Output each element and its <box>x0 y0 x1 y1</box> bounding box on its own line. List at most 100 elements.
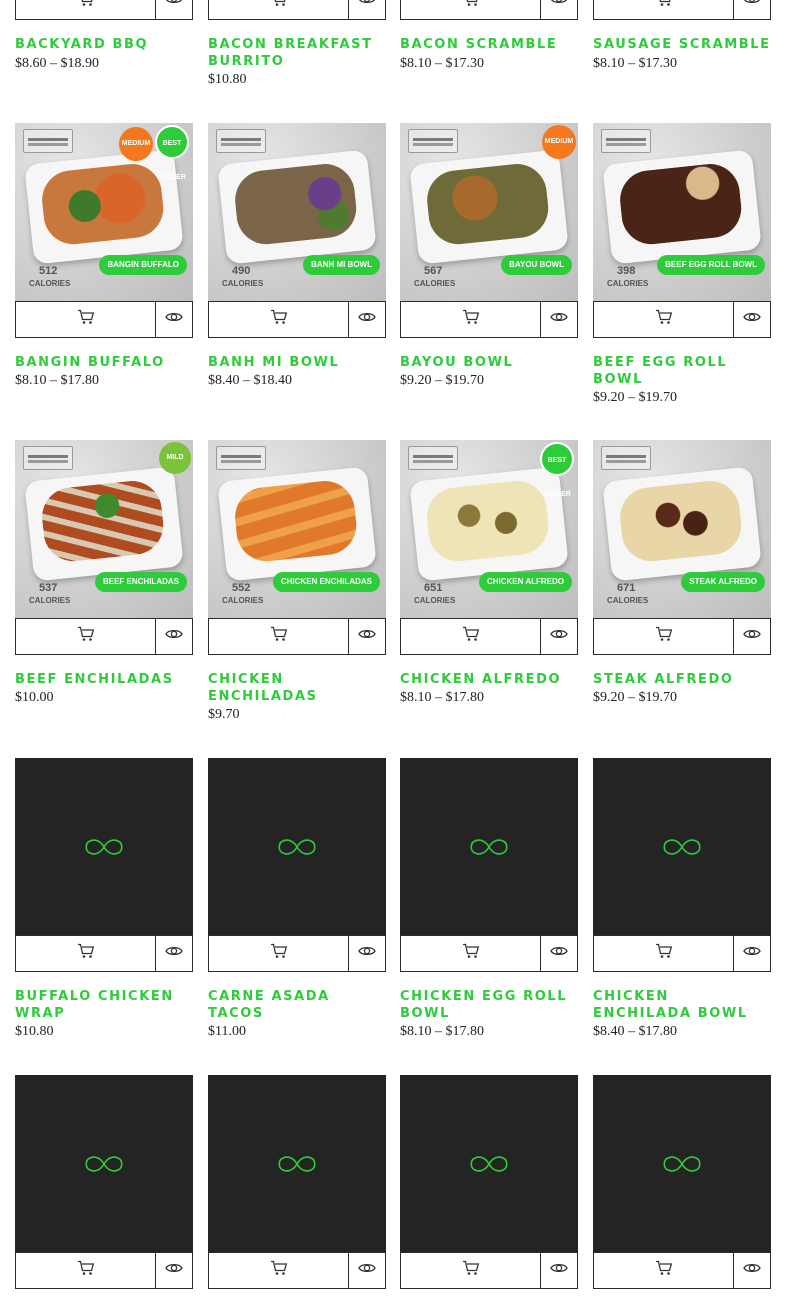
add-to-cart-button[interactable] <box>401 936 541 971</box>
product-title[interactable]: STEAK ALFREDO <box>593 671 771 688</box>
product-title[interactable]: BACKYARD BBQ <box>15 36 193 53</box>
quick-view-button[interactable] <box>541 1253 577 1288</box>
product-title[interactable]: CHICKEN ENCHILADA BOWL <box>593 988 771 1022</box>
product-image[interactable]: MEDIUM BAYOU BOWL 567 CALORIES <box>400 123 578 301</box>
add-to-cart-button[interactable] <box>594 619 734 654</box>
add-to-cart-button[interactable] <box>401 619 541 654</box>
add-to-cart-button[interactable] <box>401 0 541 19</box>
add-to-cart-button[interactable] <box>594 0 734 19</box>
product-title[interactable]: BEEF ENCHILADAS <box>15 671 193 688</box>
product-image-placeholder[interactable] <box>400 1075 578 1253</box>
add-to-cart-button[interactable] <box>209 619 349 654</box>
quick-view-button[interactable] <box>734 0 770 19</box>
image-name-label: CHICKEN ENCHILADAS <box>272 572 380 592</box>
product-image[interactable]: BANH MI BOWL 490 CALORIES <box>208 123 386 301</box>
product-image-placeholder[interactable] <box>208 1075 386 1253</box>
product-price: $8.60 – $18.90 <box>15 56 99 71</box>
product-actions <box>208 1252 386 1289</box>
product-title[interactable]: BANGIN BUFFALO <box>15 354 193 371</box>
meal-tray <box>409 466 569 582</box>
image-name-label: BANGIN BUFFALO <box>99 255 187 275</box>
product-image-placeholder[interactable] <box>208 758 386 936</box>
add-to-cart-button[interactable] <box>594 936 734 971</box>
quick-view-button[interactable] <box>156 936 192 971</box>
product-image[interactable]: MEDIUM BEST SELLER BANGIN BUFFALO 512 CA… <box>15 123 193 301</box>
meal-tray <box>24 149 184 265</box>
quick-view-button[interactable] <box>541 302 577 337</box>
quick-view-button[interactable] <box>541 619 577 654</box>
quick-view-button[interactable] <box>734 936 770 971</box>
calorie-count: 537 <box>39 582 58 594</box>
product-image[interactable]: CHICKEN ENCHILADAS 552 CALORIES <box>208 440 386 618</box>
eye-icon <box>550 627 568 646</box>
product-price: $8.40 – $18.40 <box>208 373 292 388</box>
add-to-cart-button[interactable] <box>16 619 156 654</box>
meal-tray <box>217 149 377 265</box>
infinity-icon <box>85 1156 123 1172</box>
quick-view-button[interactable] <box>734 302 770 337</box>
product-image-placeholder[interactable] <box>400 758 578 936</box>
add-to-cart-button[interactable] <box>401 302 541 337</box>
add-to-cart-button[interactable] <box>401 1253 541 1288</box>
eye-icon <box>358 627 376 646</box>
cart-icon <box>270 0 288 12</box>
product-image[interactable]: STEAK ALFREDO 671 CALORIES <box>593 440 771 618</box>
product-image-placeholder[interactable] <box>593 1075 771 1253</box>
product-image[interactable]: MILD BEEF ENCHILADAS 537 CALORIES <box>15 440 193 618</box>
product-title[interactable]: BEEF EGG ROLL BOWL <box>593 354 771 388</box>
product-image[interactable]: BEST SELLER CHICKEN ALFREDO 651 CALORIES <box>400 440 578 618</box>
product-title[interactable]: BAYOU BOWL <box>400 354 578 371</box>
product-title[interactable]: BANH MI BOWL <box>208 354 386 371</box>
cart-icon <box>77 626 95 647</box>
infinity-icon <box>663 839 701 855</box>
quick-view-button[interactable] <box>349 619 385 654</box>
quick-view-button[interactable] <box>156 302 192 337</box>
product-price: $8.10 – $17.30 <box>400 56 484 71</box>
add-to-cart-button[interactable] <box>209 302 349 337</box>
product-title[interactable]: CHICKEN EGG ROLL BOWL <box>400 988 578 1022</box>
quick-view-button[interactable] <box>541 936 577 971</box>
add-to-cart-button[interactable] <box>594 302 734 337</box>
product-actions <box>593 935 771 972</box>
calorie-label: CALORIES <box>607 596 649 605</box>
product-image[interactable]: BEEF EGG ROLL BOWL 398 CALORIES <box>593 123 771 301</box>
quick-view-button[interactable] <box>734 619 770 654</box>
quick-view-button[interactable] <box>156 0 192 19</box>
cart-icon <box>77 943 95 964</box>
add-to-cart-button[interactable] <box>16 302 156 337</box>
cart-icon <box>462 1260 480 1281</box>
product-title[interactable]: CHICKEN ENCHILADAS <box>208 671 386 705</box>
product-image-placeholder[interactable] <box>15 758 193 936</box>
add-to-cart-button[interactable] <box>209 1253 349 1288</box>
quick-view-button[interactable] <box>349 302 385 337</box>
product-actions <box>15 935 193 972</box>
calorie-count: 651 <box>424 582 443 594</box>
add-to-cart-button[interactable] <box>16 1253 156 1288</box>
product-title[interactable]: BUFFALO CHICKEN WRAP <box>15 988 193 1022</box>
product-title[interactable]: BACON SCRAMBLE <box>400 36 578 53</box>
quick-view-button[interactable] <box>156 1253 192 1288</box>
product-image-placeholder[interactable] <box>593 758 771 936</box>
add-to-cart-button[interactable] <box>16 936 156 971</box>
add-to-cart-button[interactable] <box>209 0 349 19</box>
add-to-cart-button[interactable] <box>594 1253 734 1288</box>
quick-view-button[interactable] <box>349 936 385 971</box>
product-title[interactable]: CHICKEN ALFREDO <box>400 671 578 688</box>
add-to-cart-button[interactable] <box>209 936 349 971</box>
cart-icon <box>655 309 673 330</box>
quick-view-button[interactable] <box>349 0 385 19</box>
quick-view-button[interactable] <box>349 1253 385 1288</box>
quick-view-button[interactable] <box>156 619 192 654</box>
infinity-icon <box>470 1156 508 1172</box>
quick-view-button[interactable] <box>541 0 577 19</box>
product-price: $8.10 – $17.80 <box>400 1024 484 1039</box>
product-title[interactable]: CARNE ASADA TACOS <box>208 988 386 1022</box>
eye-icon <box>743 0 761 11</box>
product-actions <box>15 0 193 20</box>
product-title[interactable]: SAUSAGE SCRAMBLE <box>593 36 771 53</box>
product-image-placeholder[interactable] <box>15 1075 193 1253</box>
add-to-cart-button[interactable] <box>16 0 156 19</box>
spice-badge: MEDIUM <box>542 125 576 159</box>
product-title[interactable]: BACON BREAKFAST BURRITO <box>208 36 386 70</box>
quick-view-button[interactable] <box>734 1253 770 1288</box>
